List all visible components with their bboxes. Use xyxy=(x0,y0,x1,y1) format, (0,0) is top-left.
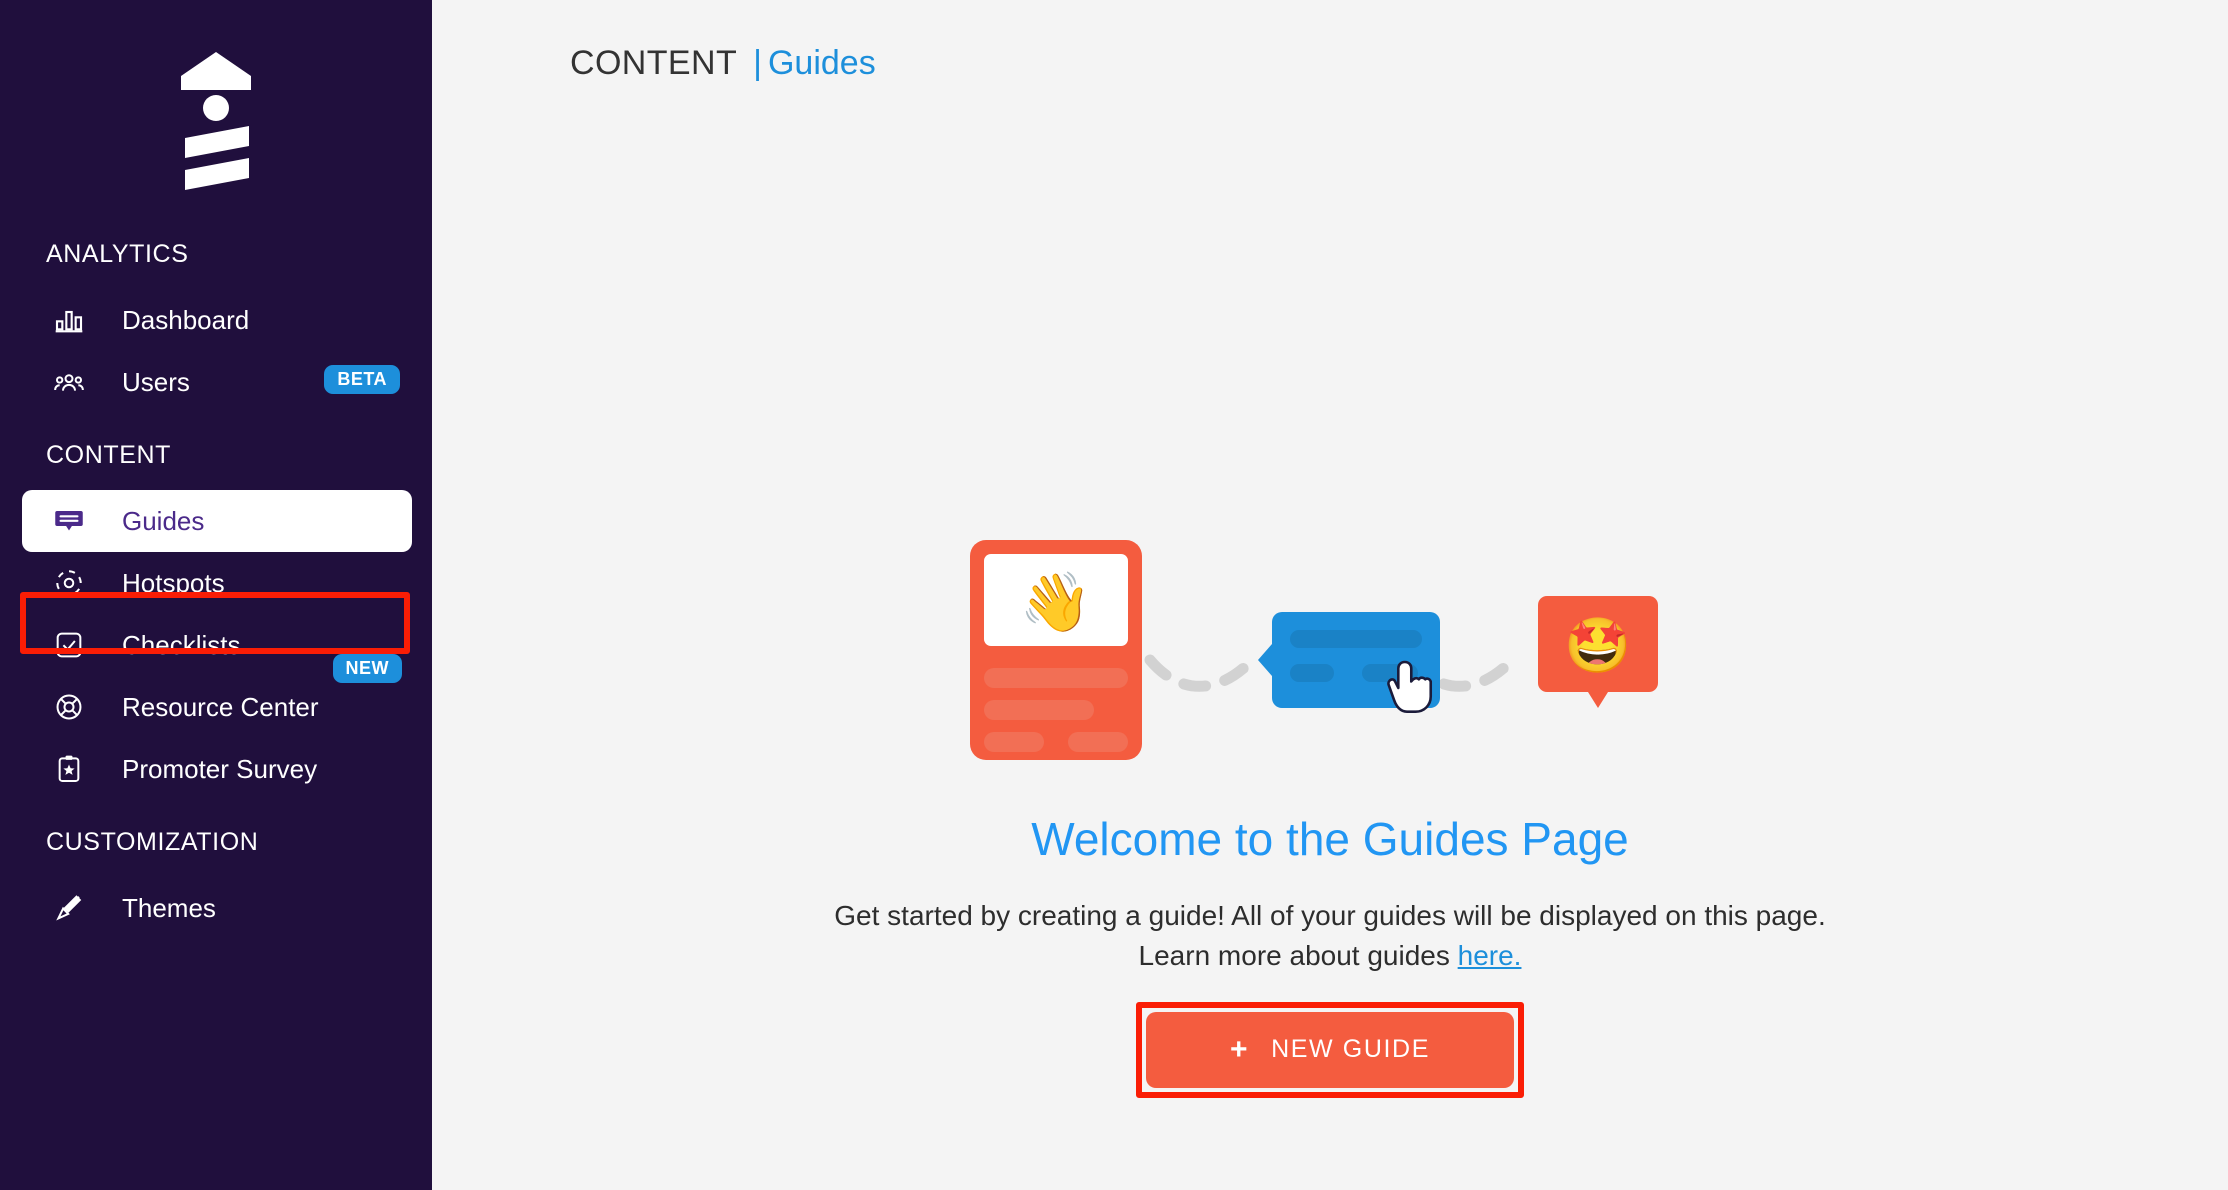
sidebar-item-label-guides: Guides xyxy=(122,505,205,536)
learn-more-link[interactable]: here. xyxy=(1458,940,1522,971)
sidebar-item-guides[interactable]: Guides xyxy=(22,490,412,552)
sidebar-item-themes[interactable]: Themes xyxy=(22,877,412,939)
sidebar-section-title-content: CONTENT xyxy=(46,441,172,469)
sidebar-group-analytics: ANALYTICS Dashboard Users BETA xyxy=(0,240,432,413)
sidebar-item-label-resource-center: Resource Center xyxy=(122,691,319,722)
sidebar-item-label-users: Users xyxy=(122,366,190,397)
empty-state: 👋 🤩 Welcome to the Guides Page Get start… xyxy=(432,540,2228,1098)
page-title: Welcome to the Guides Page xyxy=(1031,813,1629,865)
sidebar: ANALYTICS Dashboard Users BETA CONTENT G… xyxy=(0,0,432,1190)
guides-flow-illustration: 👋 🤩 xyxy=(970,540,1658,760)
new-guide-button[interactable]: + NEW GUIDE xyxy=(1146,1011,1514,1088)
plus-icon: + xyxy=(1230,1032,1250,1066)
sidebar-item-dashboard[interactable]: Dashboard xyxy=(22,289,412,351)
sidebar-item-label-checklists: Checklists xyxy=(122,629,241,660)
sidebar-item-hotspots[interactable]: Hotspots xyxy=(22,552,412,614)
sidebar-item-label-hotspots: Hotspots xyxy=(122,567,225,598)
star-struck-emoji: 🤩 xyxy=(1564,616,1631,676)
lifebuoy-icon xyxy=(52,690,86,724)
clipboard-star-icon xyxy=(52,752,86,786)
paintbrush-icon xyxy=(52,891,86,925)
waving-hand-emoji: 👋 xyxy=(1020,570,1092,637)
bar-chart-icon xyxy=(52,303,86,337)
sidebar-item-label-promoter-survey: Promoter Survey xyxy=(122,753,318,784)
sidebar-group-content: CONTENT Guides Hotspots Checklists Resou… xyxy=(0,441,432,800)
sidebar-section-title-customization: CUSTOMIZATION xyxy=(46,828,259,856)
breadcrumb-section: CONTENT xyxy=(570,44,738,82)
sidebar-item-label-dashboard: Dashboard xyxy=(122,304,250,335)
sidebar-item-label-themes: Themes xyxy=(122,892,216,923)
checkbox-check-icon xyxy=(52,628,86,662)
new-guide-button-wrapper: + NEW GUIDE xyxy=(1136,1001,1524,1098)
breadcrumb: CONTENT | Guides xyxy=(570,44,876,83)
sidebar-item-promoter-survey[interactable]: Promoter Survey xyxy=(22,738,412,800)
sidebar-group-customization: CUSTOMIZATION Themes xyxy=(0,828,432,939)
main-content: CONTENT | Guides 👋 🤩 Welcome to the Guid… xyxy=(432,0,2228,1190)
lighthouse-logo-icon xyxy=(181,52,251,190)
speech-bubble-icon xyxy=(52,504,86,538)
users-icon xyxy=(52,365,86,399)
hotspot-target-icon xyxy=(52,566,86,600)
sidebar-item-resource-center[interactable]: Resource Center NEW xyxy=(22,654,412,738)
new-guide-button-label: NEW GUIDE xyxy=(1271,1035,1430,1063)
empty-state-description-text: Get started by creating a guide! All of … xyxy=(834,900,1826,971)
status-badge-beta: BETA xyxy=(324,365,400,394)
breadcrumb-separator: | xyxy=(753,44,762,82)
sidebar-item-users[interactable]: Users BETA xyxy=(22,351,412,413)
status-badge-new: NEW xyxy=(332,654,402,683)
breadcrumb-current[interactable]: Guides xyxy=(768,44,876,82)
app-root: ANALYTICS Dashboard Users BETA CONTENT G… xyxy=(0,0,2228,1190)
logo-container[interactable] xyxy=(0,0,432,240)
sidebar-section-title-analytics: ANALYTICS xyxy=(46,240,189,268)
empty-state-description: Get started by creating a guide! All of … xyxy=(825,896,1835,976)
